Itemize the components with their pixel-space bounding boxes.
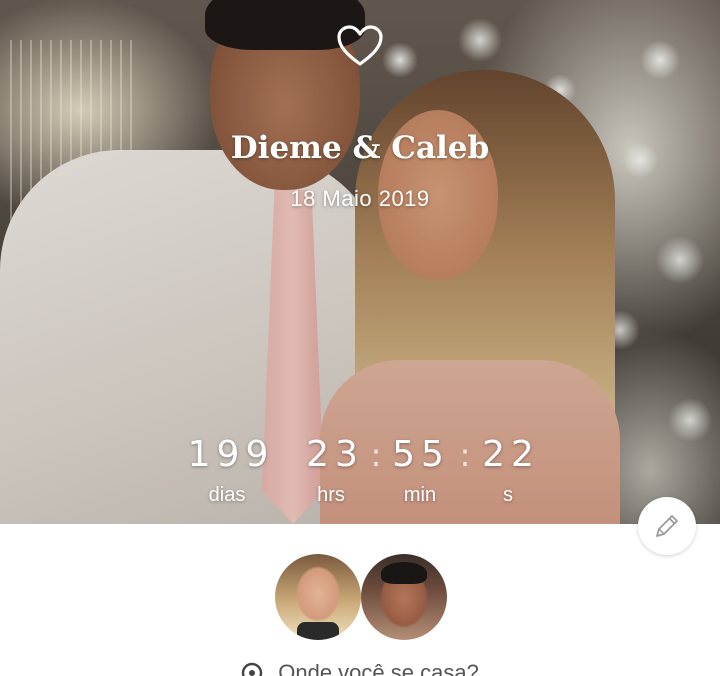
bride-avatar[interactable] [275,554,361,640]
countdown-seconds: 22 [482,434,540,475]
countdown-seconds-label: s [503,484,513,506]
location-pin-icon [241,662,263,676]
wedding-date: 18 Maio 2019 [290,186,430,211]
countdown-timer: 199 23 : 55 : 22 dias hrs min s [0,434,720,514]
heart-icon [337,25,383,66]
edit-button[interactable] [638,497,696,555]
countdown-days: 199 [187,434,275,475]
couple-names: Dieme & Caleb [230,130,490,166]
groom-avatar[interactable] [361,554,447,640]
pencil-icon [656,515,678,537]
countdown-days-label: dias [208,484,246,506]
location-prompt[interactable]: Onde você se casa? [0,660,720,676]
location-text: Onde você se casa? [278,660,479,676]
